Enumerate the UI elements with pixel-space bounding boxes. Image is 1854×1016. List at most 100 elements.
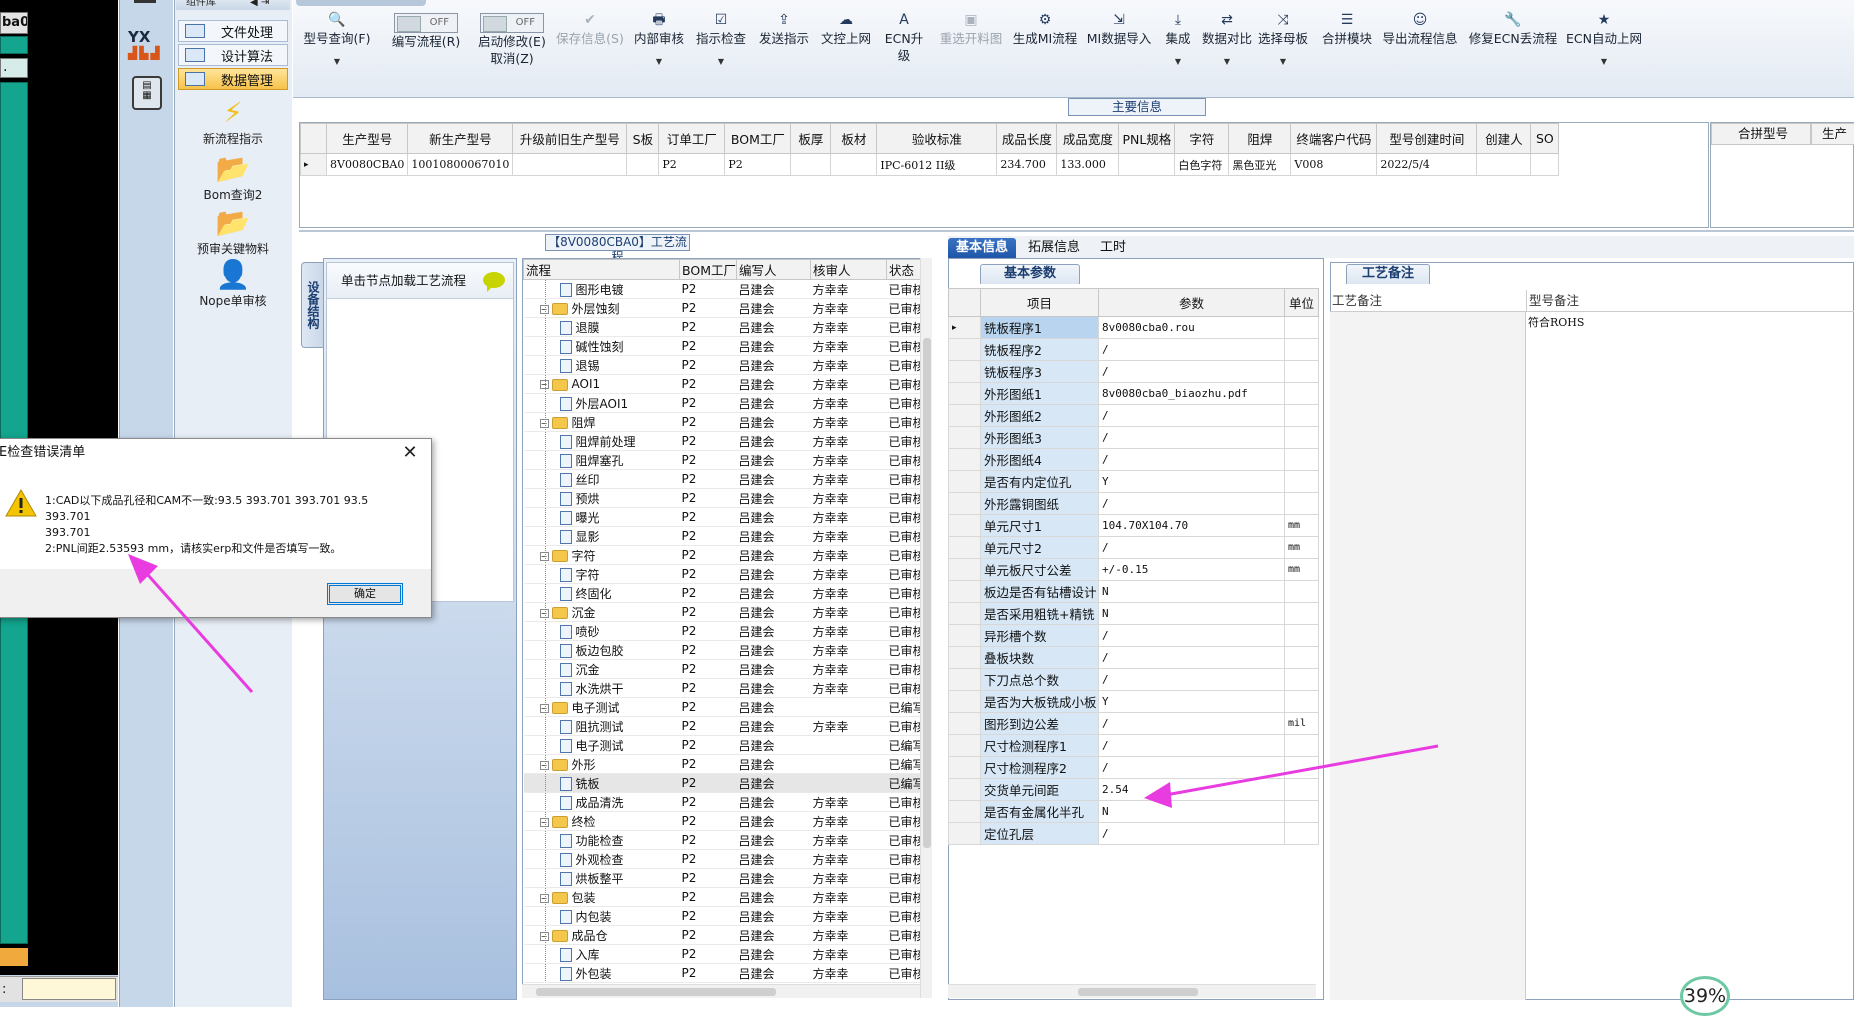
flow-node[interactable]: 外包装: [523, 963, 680, 983]
export-flow-info-button[interactable]: ☺ 导出流程信息: [1380, 12, 1460, 92]
table-cell[interactable]: [1118, 153, 1176, 176]
table-row[interactable]: 尺寸检测程序1/: [948, 734, 1319, 757]
side-tab-structure[interactable]: 设备结构: [301, 262, 323, 348]
param-value[interactable]: /: [1098, 492, 1285, 515]
flow-node[interactable]: 烘板整平: [523, 868, 680, 888]
param-value[interactable]: /: [1098, 712, 1285, 735]
flow-node[interactable]: 退锡: [523, 355, 680, 375]
table-cell[interactable]: [790, 153, 832, 176]
flow-node[interactable]: 阻焊塞孔: [523, 450, 680, 470]
flow-node[interactable]: 图形电镀: [523, 279, 680, 299]
table-row[interactable]: 内包装 P2 吕建会 方幸幸 已审核: [523, 906, 927, 926]
table-row[interactable]: − 外形 P2 吕建会 已编写: [523, 754, 927, 774]
flow-node[interactable]: 阻焊前处理: [523, 431, 680, 451]
param-value[interactable]: /: [1098, 646, 1285, 669]
flow-node[interactable]: 电子测试: [523, 735, 680, 755]
table-row[interactable]: 功能检查 P2 吕建会 方幸幸 已审核: [523, 830, 927, 850]
param-value[interactable]: /: [1098, 734, 1285, 757]
flow-node[interactable]: 板边包胶: [523, 640, 680, 660]
select-mother-board-button[interactable]: ⤨ 选择母板 ▼: [1258, 12, 1308, 92]
tab-extended-info[interactable]: 拓展信息: [1020, 238, 1088, 258]
table-cell[interactable]: 2022/5/4: [1376, 153, 1478, 176]
model-notes-value[interactable]: 符合ROHS: [1528, 314, 1584, 330]
table-row[interactable]: 退膜 P2 吕建会 方幸幸 已审核: [523, 317, 927, 337]
command-input[interactable]: [22, 978, 116, 1000]
flow-node[interactable]: 丝印: [523, 469, 680, 489]
merge-model-header[interactable]: 合拼型号: [1711, 123, 1811, 145]
table-row[interactable]: 外形图纸4/: [948, 448, 1319, 471]
ecn-upgrade-button[interactable]: A ECN升级: [880, 12, 928, 92]
nav-item-algorithm[interactable]: 设计算法: [178, 44, 288, 66]
table-row[interactable]: 阻焊塞孔 P2 吕建会 方幸幸 已审核: [523, 450, 927, 470]
table-row[interactable]: 单元板尺寸公差 +/-0.15 mm: [948, 558, 1319, 581]
flow-node[interactable]: − 包装: [523, 887, 680, 907]
table-row[interactable]: 外形露铜图纸 /: [948, 492, 1319, 515]
merge-module-button[interactable]: ☰ 合拼模块: [1320, 12, 1374, 92]
column-header[interactable]: 创建人: [1476, 123, 1532, 154]
internal-review-button[interactable]: 🖶 内部审核 ▼: [630, 12, 688, 92]
column-header[interactable]: BOM工厂: [724, 123, 792, 154]
table-row[interactable]: 电子测试 P2 吕建会 已编写: [523, 735, 927, 755]
column-header[interactable]: 阻焊: [1228, 123, 1292, 154]
table-row[interactable]: 外形图纸2/: [948, 404, 1319, 427]
doc-online-button[interactable]: ☁ 文控上网: [818, 12, 874, 92]
scroll-thumb[interactable]: [536, 988, 776, 996]
model-query-button[interactable]: 🔍 型号查询(F) ▼: [296, 12, 378, 92]
param-value[interactable]: +/-0.15: [1098, 558, 1285, 581]
process-notes-header[interactable]: 工艺备注: [1330, 290, 1526, 312]
column-header[interactable]: 板厚: [790, 123, 832, 154]
table-cell[interactable]: 8V0080CBA0: [325, 153, 409, 176]
flow-node[interactable]: 功能检查: [523, 830, 680, 850]
column-header[interactable]: 终端客户代码: [1290, 123, 1378, 154]
scroll-thumb[interactable]: [923, 338, 931, 848]
table-cell[interactable]: 234.700: [996, 153, 1058, 176]
data-compare-button[interactable]: ⇄ 数据对比 ▼: [1202, 12, 1252, 92]
table-cell[interactable]: 10010800067010: [407, 153, 514, 176]
column-header[interactable]: 升级前旧生产型号: [512, 123, 628, 154]
param-value[interactable]: Y: [1098, 690, 1285, 713]
param-value[interactable]: N: [1098, 800, 1285, 823]
flow-node[interactable]: 沉金: [523, 659, 680, 679]
left-top-field[interactable]: ba0: [0, 12, 28, 34]
params-horizontal-scrollbar[interactable]: [948, 984, 1316, 998]
table-row[interactable]: 铣板程序3/: [948, 360, 1319, 383]
table-row[interactable]: 碱性蚀刻 P2 吕建会 方幸幸 已审核: [523, 336, 927, 356]
param-value[interactable]: /: [1098, 624, 1285, 647]
flow-horizontal-scrollbar[interactable]: [522, 984, 920, 998]
close-icon[interactable]: ✕: [395, 441, 425, 465]
send-instruction-button[interactable]: ⇪ 发送指示: [754, 12, 814, 92]
table-row[interactable]: 板边是否有钻槽设计 N: [948, 580, 1319, 603]
flow-node[interactable]: − 电子测试: [523, 697, 680, 717]
table-cell[interactable]: P2: [724, 153, 792, 176]
table-row[interactable]: 成品清洗 P2 吕建会 方幸幸 已审核: [523, 792, 927, 812]
instruction-check-button[interactable]: ☑ 指示检查 ▼: [692, 12, 750, 92]
reselect-cut-map-button[interactable]: ▣ 重选开料图: [938, 12, 1004, 92]
tab-work-hours[interactable]: 工时: [1092, 238, 1134, 258]
integrate-button[interactable]: ⤓ 集成 ▼: [1160, 12, 1196, 92]
table-row[interactable]: 单元尺寸2/mm: [948, 536, 1319, 559]
column-header[interactable]: S板: [626, 123, 660, 154]
column-header[interactable]: 参数: [1098, 288, 1285, 317]
table-row[interactable]: 退锡 P2 吕建会 方幸幸 已审核: [523, 355, 927, 375]
nav-nope-review[interactable]: 👤 Nope单审核: [174, 258, 292, 309]
calculator-icon[interactable]: ▤ ▦: [132, 76, 162, 110]
column-header[interactable]: 项目: [980, 288, 1099, 317]
table-cell[interactable]: V008: [1290, 153, 1378, 176]
table-row[interactable]: 是否有金属化半孔 N: [948, 800, 1319, 823]
repair-ecn-flow-button[interactable]: 🔧 修复ECN丢流程: [1468, 12, 1558, 92]
flow-node[interactable]: 入库: [523, 944, 680, 964]
column-header[interactable]: 板材: [830, 123, 878, 154]
dropdown-arrow-icon[interactable]: ▼: [1566, 53, 1642, 70]
flow-node[interactable]: − AOI1: [523, 374, 680, 394]
table-row[interactable]: 是否为大板铣成小板 Y: [948, 690, 1319, 713]
flow-node[interactable]: 曝光: [523, 507, 680, 527]
table-cell[interactable]: IPC-6012 II级: [876, 153, 998, 176]
column-header[interactable]: 型号创建时间: [1376, 123, 1478, 154]
flow-node[interactable]: 外观检查: [523, 849, 680, 869]
dropdown-arrow-icon[interactable]: ▼: [692, 53, 750, 70]
table-row[interactable]: − 阻焊 P2 吕建会 方幸幸 已审核: [523, 412, 927, 432]
table-row[interactable]: 图形到边公差 / mil: [948, 712, 1319, 735]
dropdown-arrow-icon[interactable]: ▼: [1160, 53, 1196, 70]
flow-node[interactable]: 内包装: [523, 906, 680, 926]
ecn-auto-online-button[interactable]: ★ ECN自动上网 ▼: [1566, 12, 1642, 92]
